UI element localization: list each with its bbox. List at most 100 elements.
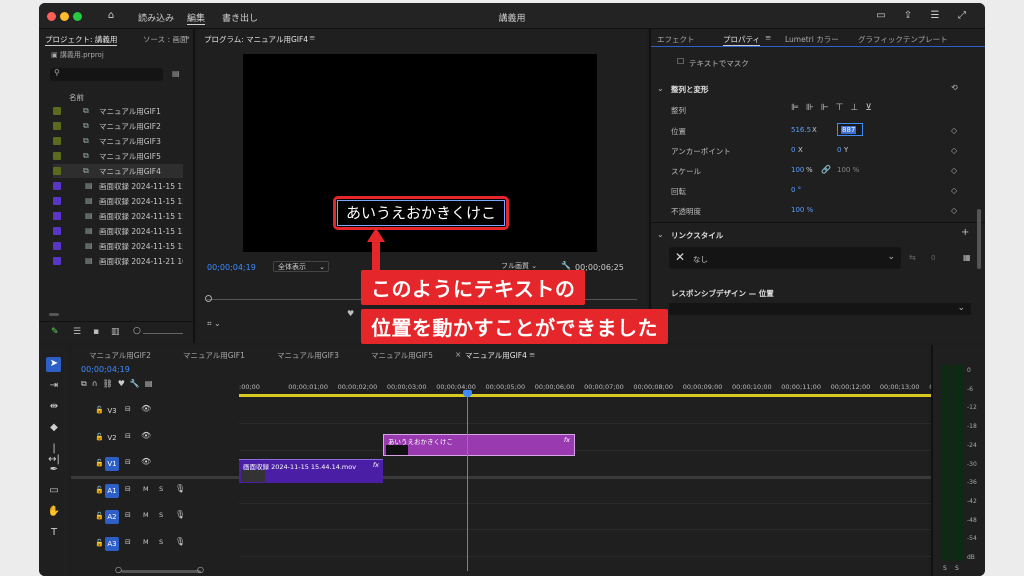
add-style-icon[interactable]: + — [961, 227, 969, 238]
label-color-swatch[interactable] — [53, 242, 61, 250]
tab-source[interactable]: ソース : 画面 — [143, 34, 187, 45]
project-item[interactable]: ⧉ マニュアル用GIF2 — [53, 119, 183, 133]
reset-icon[interactable]: ⟲ — [951, 83, 958, 92]
add-marker-icon[interactable]: ♥ — [118, 379, 130, 388]
project-item[interactable]: ⧉ マニュアル用GIF3 — [53, 134, 183, 148]
label-color-swatch[interactable] — [53, 182, 61, 190]
solo-button[interactable]: S — [159, 485, 163, 493]
tab-effects[interactable]: エフェクト — [657, 34, 695, 45]
align-right-icon[interactable]: ⊩ — [821, 103, 836, 113]
scroll-right-handle[interactable]: ○ — [197, 565, 204, 574]
video-clip[interactable]: 画面収録 2024-11-15 15.44.14.mov fx — [239, 459, 383, 483]
captions-icon[interactable]: ▤ — [145, 379, 158, 388]
mic-icon[interactable]: 🎙 — [175, 537, 185, 546]
sequence-menu-icon[interactable]: ≡ — [529, 350, 535, 359]
mic-icon[interactable]: 🎙 — [175, 484, 185, 493]
tab-lumetri[interactable]: Lumetri カラー — [785, 34, 839, 45]
new-bin-icon[interactable]: ▤ — [172, 69, 180, 78]
align-center-icon[interactable]: ⊪ — [806, 103, 821, 113]
sync-style-icon[interactable]: ⇆ — [909, 253, 916, 262]
program-menu-icon[interactable]: ≡ — [309, 33, 315, 42]
timeline-scroll[interactable] — [121, 570, 201, 573]
column-name-header[interactable]: 名前 — [69, 92, 84, 103]
responsive-select[interactable]: ⌄ — [669, 303, 971, 315]
section-link-style[interactable]: リンクスタイル — [671, 230, 723, 241]
solo-left-button[interactable]: S — [943, 565, 947, 572]
tab-project[interactable]: プロジェクト: 講義用 — [45, 34, 118, 46]
link-scale-icon[interactable]: 🔗 — [821, 165, 831, 174]
track-target[interactable]: A2 — [105, 510, 119, 524]
work-area-bar[interactable] — [239, 394, 953, 397]
anchor-x-value[interactable]: 0 — [791, 146, 795, 154]
sequence-tab[interactable]: マニュアル用GIF1 — [183, 350, 245, 361]
hand-tool-icon[interactable]: ✋ — [47, 506, 61, 517]
align-buttons[interactable]: ⊫⊪⊩⊤⊥⊻ — [791, 103, 879, 113]
project-item[interactable]: ▤ 画面収録 2024-11-21 10.13 — [53, 254, 183, 268]
opacity-value[interactable]: 100 % — [791, 206, 813, 214]
tab-properties[interactable]: プロパティ — [723, 34, 761, 46]
marker-icon[interactable]: ♥ — [347, 309, 354, 318]
keyframe-anchor-icon[interactable]: ◇ — [951, 146, 957, 155]
project-item[interactable]: ⧉ マニュアル用GIF1 — [53, 104, 183, 118]
program-timecode[interactable]: 00;00;04;19 — [207, 263, 256, 272]
align-left-icon[interactable]: ⊫ — [791, 103, 806, 113]
zoom-slider-handle[interactable]: ○ — [133, 326, 141, 336]
project-item[interactable]: ▤ 画面収録 2024-11-15 15.10 — [53, 179, 183, 193]
sequence-tab[interactable]: マニュアル用GIF5 — [371, 350, 433, 361]
scale-value[interactable]: 100 — [791, 166, 804, 174]
pencil-icon[interactable]: ✎ — [51, 327, 59, 337]
fit-select[interactable]: 全体表示 ⌄ — [273, 261, 329, 272]
track-target[interactable]: V2 — [105, 431, 119, 445]
video-audio-divider[interactable] — [71, 476, 953, 479]
label-color-swatch[interactable] — [53, 137, 61, 145]
razor-tool-icon[interactable]: ◆ — [47, 422, 61, 433]
properties-menu-icon[interactable]: ≡ — [765, 33, 771, 42]
label-color-swatch[interactable] — [53, 227, 61, 235]
project-item[interactable]: ⧉ マニュアル用GIF4 — [53, 164, 183, 178]
label-color-swatch[interactable] — [53, 122, 61, 130]
anchor-y-value[interactable]: 0 — [837, 146, 841, 154]
project-item[interactable]: ⧉ マニュアル用GIF5 — [53, 149, 183, 163]
text-clip[interactable]: あいうえおかきくけこ fx — [383, 434, 575, 456]
fullscreen-icon[interactable]: ⤢ — [956, 10, 968, 21]
keyframe-position-icon[interactable]: ◇ — [951, 126, 957, 135]
label-color-swatch[interactable] — [53, 107, 61, 115]
keyframe-scale-icon[interactable]: ◇ — [951, 166, 957, 175]
sync-lock-icon[interactable]: ⊟ — [125, 538, 131, 546]
icon-view-icon[interactable]: ▪ — [93, 327, 99, 337]
selection-tool-icon[interactable]: ➤ — [47, 358, 61, 369]
sequence-tab[interactable]: マニュアル用GIF3 — [277, 350, 339, 361]
tab-graphic-templates[interactable]: グラフィックテンプレート — [858, 34, 948, 45]
share-icon[interactable]: ⇪ — [902, 10, 914, 21]
sync-lock-icon[interactable]: ⊟ — [125, 432, 131, 440]
type-tool-icon[interactable]: T — [47, 527, 61, 538]
mic-icon[interactable]: 🎙 — [175, 510, 185, 519]
label-color-swatch[interactable] — [53, 257, 61, 265]
solo-right-button[interactable]: S — [955, 565, 959, 572]
scrubber-handle[interactable] — [205, 295, 212, 302]
zoom-slider-track[interactable] — [143, 333, 183, 334]
lock-icon[interactable]: 🔓 — [95, 486, 104, 494]
video-canvas[interactable]: あいうえおかきくけこ — [243, 54, 597, 252]
sync-lock-icon[interactable]: ⊟ — [125, 485, 131, 493]
playhead-line[interactable] — [467, 391, 468, 571]
lock-icon[interactable]: 🔓 — [95, 406, 104, 414]
sequence-tab[interactable]: マニュアル用GIF4 — [465, 350, 527, 361]
eye-icon[interactable]: 👁 — [141, 404, 151, 413]
ripple-edit-icon[interactable]: ⇹ — [47, 401, 61, 412]
linked-selection-icon[interactable]: ⛓ — [103, 379, 118, 388]
mute-button[interactable]: M — [143, 538, 149, 546]
label-color-swatch[interactable] — [53, 167, 61, 175]
scrollbar[interactable] — [49, 313, 59, 316]
solo-button[interactable]: S — [159, 511, 163, 519]
track-target[interactable]: A1 — [105, 483, 119, 498]
keyframe-rotation-icon[interactable]: ◇ — [951, 186, 957, 195]
pen-tool-icon[interactable]: ✒ — [47, 464, 61, 475]
snap-icon[interactable]: ∩ — [92, 379, 103, 388]
lock-icon[interactable]: 🔓 — [95, 433, 104, 441]
lock-icon[interactable]: 🔓 — [95, 539, 104, 547]
align-top-icon[interactable]: ⊤ — [836, 103, 851, 113]
position-y-field[interactable]: 887 — [837, 123, 863, 136]
grid-icon[interactable]: ▦ — [963, 253, 971, 262]
track-target[interactable]: A3 — [105, 536, 119, 551]
